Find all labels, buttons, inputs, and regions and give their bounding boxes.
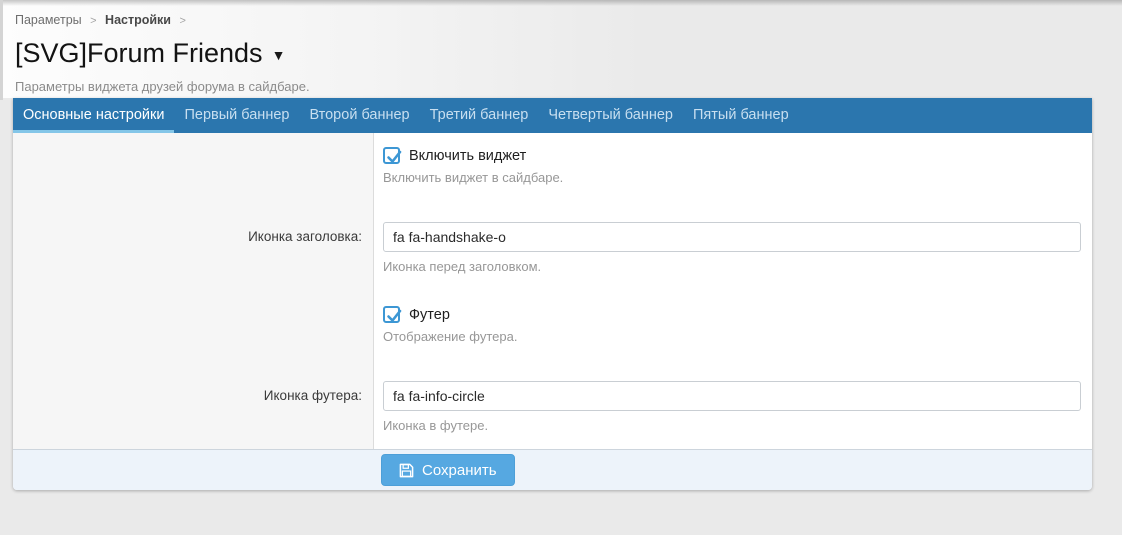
option-control-cell: Включить виджет Включить виджет в сайдба… xyxy=(373,147,1092,185)
tab-banner-5[interactable]: Пятый баннер xyxy=(683,98,799,133)
options-form: Включить виджет Включить виджет в сайдба… xyxy=(13,133,1092,449)
page-header: Параметры > Настройки > [SVG]Forum Frien… xyxy=(0,0,1122,98)
option-row-enable-widget: Включить виджет Включить виджет в сайдба… xyxy=(13,147,1092,185)
footer-toggle-label: Футер xyxy=(409,307,450,323)
form-footer-bar: Сохранить xyxy=(13,449,1092,490)
option-label-cell xyxy=(13,147,373,185)
breadcrumb: Параметры > Настройки > xyxy=(15,13,1122,27)
header-icon-label: Иконка заголовка: xyxy=(13,222,373,274)
option-row-footer-icon: Иконка футера: Иконка в футере. xyxy=(13,381,1092,433)
tab-banner-3[interactable]: Третий баннер xyxy=(420,98,539,133)
header-icon-input[interactable] xyxy=(383,222,1081,252)
tab-bar: Основные настройки Первый баннер Второй … xyxy=(13,98,1092,133)
tab-banner-1[interactable]: Первый баннер xyxy=(174,98,299,133)
tab-banner-2[interactable]: Второй баннер xyxy=(299,98,419,133)
breadcrumb-separator: > xyxy=(179,15,185,27)
footer-icon-hint: Иконка в футере. xyxy=(383,418,1092,433)
checkbox-checked-icon[interactable] xyxy=(383,147,400,164)
title-dropdown-arrow-icon[interactable]: ▼ xyxy=(272,36,286,70)
footer-toggle-hint: Отображение футера. xyxy=(383,329,1092,344)
option-control-cell: Футер Отображение футера. xyxy=(373,306,1092,344)
footer-icon-label: Иконка футера: xyxy=(13,381,373,433)
save-button[interactable]: Сохранить xyxy=(381,454,515,486)
page-subtitle: Параметры виджета друзей форума в сайдба… xyxy=(15,79,1122,94)
enable-widget-checkbox-line[interactable]: Включить виджет xyxy=(383,147,526,164)
settings-card: Основные настройки Первый баннер Второй … xyxy=(13,98,1092,490)
breadcrumb-item-parameters[interactable]: Параметры xyxy=(15,13,82,27)
tab-banner-4[interactable]: Четвертый баннер xyxy=(538,98,683,133)
footer-toggle-checkbox-line[interactable]: Футер xyxy=(383,306,450,323)
option-row-footer-toggle: Футер Отображение футера. xyxy=(13,306,1092,344)
option-control-cell: Иконка перед заголовком. xyxy=(373,222,1092,274)
checkbox-checked-icon[interactable] xyxy=(383,306,400,323)
page-title[interactable]: [SVG]Forum Friends ▼ xyxy=(15,36,285,70)
option-label-cell xyxy=(13,306,373,344)
page-left-edge xyxy=(0,0,3,100)
page-title-text: [SVG]Forum Friends xyxy=(15,38,263,68)
save-button-label: Сохранить xyxy=(422,462,497,479)
enable-widget-hint: Включить виджет в сайдбаре. xyxy=(383,170,1092,185)
footer-icon-input[interactable] xyxy=(383,381,1081,411)
option-control-cell: Иконка в футере. xyxy=(373,381,1092,433)
enable-widget-label: Включить виджет xyxy=(409,148,526,164)
tab-main-settings[interactable]: Основные настройки xyxy=(13,98,174,133)
breadcrumb-item-settings[interactable]: Настройки xyxy=(105,13,171,27)
header-icon-hint: Иконка перед заголовком. xyxy=(383,259,1092,274)
floppy-disk-icon xyxy=(399,463,414,478)
option-row-header-icon: Иконка заголовка: Иконка перед заголовко… xyxy=(13,222,1092,274)
breadcrumb-separator: > xyxy=(90,15,96,27)
